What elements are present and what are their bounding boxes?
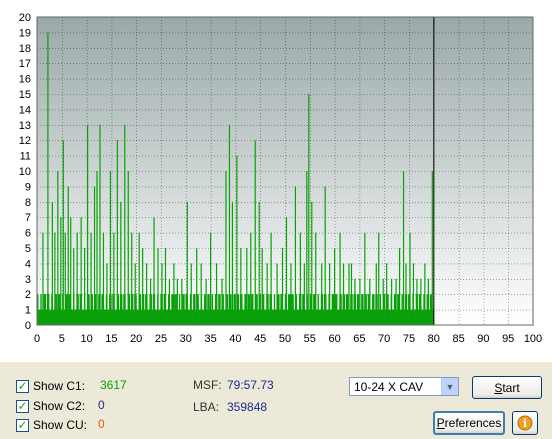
cu-count: 0 [98,417,105,431]
preferences-button[interactable]: Preferences [433,411,505,435]
x-tick-label: 75 [403,333,415,345]
x-tick-label: 45 [254,333,266,345]
preferences-button-label: references [444,416,502,430]
y-tick-label: 1 [25,305,31,317]
x-tick-label: 80 [428,333,440,345]
y-tick-label: 2 [25,289,31,301]
y-tick-label: 14 [19,104,31,116]
y-tick-label: 10 [19,166,31,178]
show-cu-label: Show CU: [33,418,88,432]
info-icon: i [517,415,533,431]
start-button[interactable]: Start [472,376,542,399]
show-c1-row[interactable]: ✓ Show C1: [16,377,85,395]
y-tick-label: 6 [25,228,31,240]
y-tick-label: 0 [25,320,31,332]
start-button-label: tart [502,380,520,395]
y-tick-label: 5 [25,243,31,255]
y-tick-label: 16 [19,74,31,86]
show-c2-label: Show C2: [33,399,86,413]
x-tick-label: 100 [524,333,542,345]
y-tick-label: 15 [19,89,31,101]
y-tick-label: 7 [25,212,31,224]
x-tick-label: 65 [353,333,365,345]
show-cu-row[interactable]: ✓ Show CU: [16,416,87,434]
y-tick-label: 11 [20,151,31,163]
x-tick-label: 5 [59,333,65,345]
show-c2-checkbox[interactable]: ✓ [16,398,29,413]
x-tick-label: 35 [204,333,216,345]
check-icon: ✓ [17,417,28,432]
c1-count: 3617 [100,378,127,392]
plot-area [37,17,533,325]
y-tick-label: 13 [19,120,31,132]
x-tick-label: 55 [304,333,316,345]
c1-error-chart: 0 1 2 3 4 5 6 7 8 9 10 11 12 13 14 15 16 17 18 19 20 0 5 10 15 2… [0,0,552,362]
y-tick-label: 12 [19,135,31,147]
svg-text:i: i [523,417,527,430]
y-tick-label: 20 [19,12,31,24]
info-button[interactable]: i [512,411,538,435]
x-tick-label: 20 [130,333,142,345]
x-tick-label: 95 [502,333,514,345]
x-tick-label: 25 [155,333,167,345]
speed-dropdown-value: 10-24 X CAV [354,379,424,394]
x-tick-label: 90 [477,333,489,345]
x-tick-label: 0 [34,333,40,345]
y-tick-label: 9 [25,181,31,193]
y-tick-label: 19 [19,27,31,39]
y-tick-label: 8 [25,197,31,209]
x-tick-label: 40 [229,333,241,345]
c2-count: 0 [98,398,105,412]
msf-label: MSF: [193,378,222,392]
show-c1-label: Show C1: [33,379,86,393]
check-icon: ✓ [17,398,28,413]
x-tick-label: 15 [105,333,117,345]
check-icon: ✓ [17,378,28,393]
chevron-down-icon[interactable]: ▼ [441,378,458,395]
y-tick-label: 4 [25,258,31,270]
msf-value: 79:57.73 [227,378,274,392]
show-cu-checkbox[interactable]: ✓ [16,417,29,432]
show-c2-row[interactable]: ✓ Show C2: [16,397,85,415]
chart-canvas: 01234567891011121314151617181920 0 5 10 15 2… [0,0,552,362]
x-tick-label: 50 [279,333,291,345]
speed-dropdown[interactable]: 10-24 X CAV ▼ [349,377,459,396]
x-tick-label: 60 [328,333,340,345]
start-button-accel: S [494,380,503,395]
x-tick-label: 70 [378,333,390,345]
lba-value: 359848 [227,400,268,414]
y-tick-label: 18 [19,43,31,55]
show-c1-checkbox[interactable]: ✓ [16,378,29,393]
lba-label: LBA: [193,400,220,414]
x-tick-label: 10 [80,333,92,345]
x-tick-label: 30 [180,333,192,345]
y-tick-label: 17 [19,58,31,70]
y-tick-label: 3 [25,274,31,286]
preferences-button-accel: P [436,416,445,430]
x-tick-label: 85 [452,333,464,345]
